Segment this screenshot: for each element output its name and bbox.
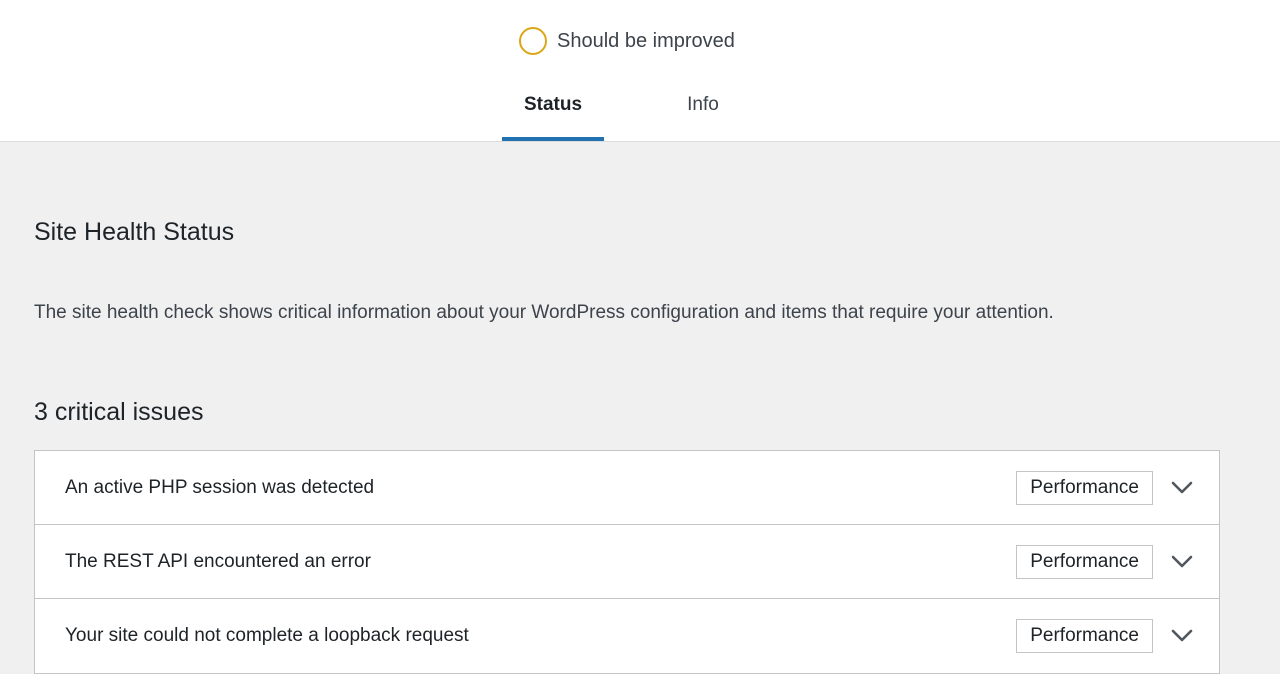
issue-row-php-session[interactable]: An active PHP session was detected Perfo… [35, 451, 1219, 525]
page-description: The site health check shows critical inf… [34, 302, 1054, 323]
score-ring-icon [519, 27, 547, 55]
issue-badge: Performance [1016, 470, 1153, 505]
issue-label: Your site could not complete a loopback … [65, 625, 469, 646]
issue-badge: Performance [1016, 619, 1153, 653]
issue-label: An active PHP session was detected [65, 476, 375, 498]
issue-label: The REST API encountered an error [65, 550, 371, 572]
tab-nav: Status Info [502, 80, 752, 141]
page-title: Site Health Status [34, 218, 235, 246]
chevron-down-icon[interactable] [1171, 477, 1193, 499]
issues-heading: 3 critical issues [34, 398, 204, 426]
issue-row-loopback[interactable]: Your site could not complete a loopback … [35, 599, 1219, 673]
tab-info[interactable]: Info [654, 80, 752, 138]
score-label: Should be improved [557, 29, 735, 52]
health-score: Should be improved [519, 26, 735, 56]
issues-list: An active PHP session was detected Perfo… [34, 450, 1220, 674]
issue-badge: Performance [1016, 544, 1153, 579]
tab-status[interactable]: Status [502, 80, 604, 141]
issue-row-rest-api[interactable]: The REST API encountered an error Perfor… [35, 525, 1219, 599]
site-health-header: Should be improved Status Info [0, 0, 1280, 142]
chevron-down-icon[interactable] [1171, 625, 1193, 647]
chevron-down-icon[interactable] [1171, 551, 1193, 573]
